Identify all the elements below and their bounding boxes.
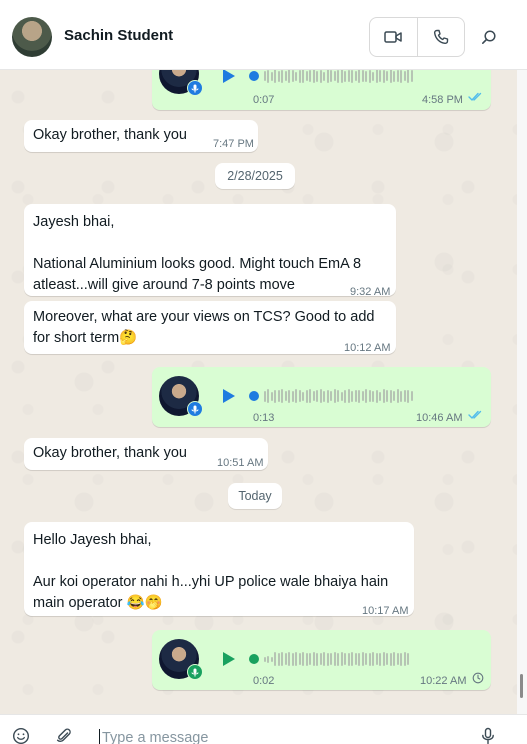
voice-message: 0:07 4:58 PM: [152, 70, 491, 110]
message-text: Okay brother, thank you: [33, 127, 187, 143]
voice-call-button[interactable]: [418, 18, 465, 56]
attach-button[interactable]: [55, 727, 73, 744]
video-call-icon: [384, 31, 402, 43]
incoming-message: Jayesh bhai, National Aluminium looks go…: [24, 204, 396, 298]
voice-waveform[interactable]: [249, 70, 413, 84]
message-time: 7:47 PM: [213, 138, 254, 150]
call-button-group: [369, 17, 465, 57]
message-text: Jayesh bhai, National Aluminium looks go…: [33, 214, 362, 293]
message-text: Hello Jayesh bhai, Aur koi operator nahi…: [33, 532, 389, 611]
voice-duration: 0:02: [253, 675, 275, 687]
incoming-message: Okay brother, thank you 10:51 AM: [24, 438, 268, 470]
voice-waveform[interactable]: [249, 651, 409, 667]
message-composer: [0, 714, 527, 744]
chat-header: Sachin Student: [0, 0, 527, 70]
emoji-button[interactable]: [12, 727, 30, 744]
mic-icon: [187, 401, 203, 417]
voice-duration: 0:13: [253, 412, 275, 424]
message-text: Okay brother, thank you: [33, 445, 187, 461]
message-input[interactable]: [99, 729, 469, 744]
message-time: 9:32 AM: [350, 286, 391, 298]
mic-icon: [187, 664, 203, 680]
emoji-icon: [13, 728, 29, 744]
message-time: 10:51 AM: [217, 457, 264, 469]
message-time: 4:58 PM: [422, 94, 463, 106]
voice-message: 0:13 10:46 AM: [152, 367, 491, 427]
contact-avatar[interactable]: [12, 17, 52, 57]
search-icon: [482, 30, 496, 44]
message-text: Moreover, what are your views on TCS? Go…: [33, 309, 379, 346]
play-button[interactable]: [223, 652, 235, 666]
play-button[interactable]: [223, 70, 235, 83]
message-time: 10:17 AM: [362, 605, 409, 617]
voice-message: 0:02 10:22 AM: [152, 630, 491, 690]
chat-scrollbar[interactable]: [517, 70, 527, 714]
voice-waveform[interactable]: [249, 388, 413, 404]
message-time: 10:12 AM: [344, 342, 391, 354]
play-button[interactable]: [223, 389, 235, 403]
message-time: 10:46 AM: [416, 412, 463, 424]
paperclip-icon: [56, 728, 71, 743]
date-separator: Today: [228, 483, 282, 509]
contact-name[interactable]: Sachin Student: [64, 27, 173, 44]
scrollbar-thumb[interactable]: [520, 674, 523, 698]
video-call-button[interactable]: [370, 18, 418, 56]
voice-duration: 0:07: [253, 94, 275, 106]
message-time: 10:22 AM: [420, 675, 467, 687]
incoming-message: Moreover, what are your views on TCS? Go…: [24, 301, 396, 354]
voice-record-button[interactable]: [480, 727, 496, 744]
mic-icon: [187, 80, 203, 96]
search-button[interactable]: [476, 24, 502, 50]
read-receipt-icon: [468, 410, 482, 419]
pending-clock-icon: [472, 672, 484, 684]
incoming-message: Okay brother, thank you 7:47 PM: [24, 120, 258, 152]
microphone-icon: [482, 727, 494, 744]
incoming-message: Hello Jayesh bhai, Aur koi operator nahi…: [24, 522, 414, 617]
read-receipt-icon: [468, 92, 482, 101]
message-list[interactable]: 0:07 4:58 PM Okay brother, thank you 7:4…: [0, 70, 517, 714]
voice-call-icon: [433, 29, 448, 45]
date-separator: 2/28/2025: [215, 163, 295, 189]
